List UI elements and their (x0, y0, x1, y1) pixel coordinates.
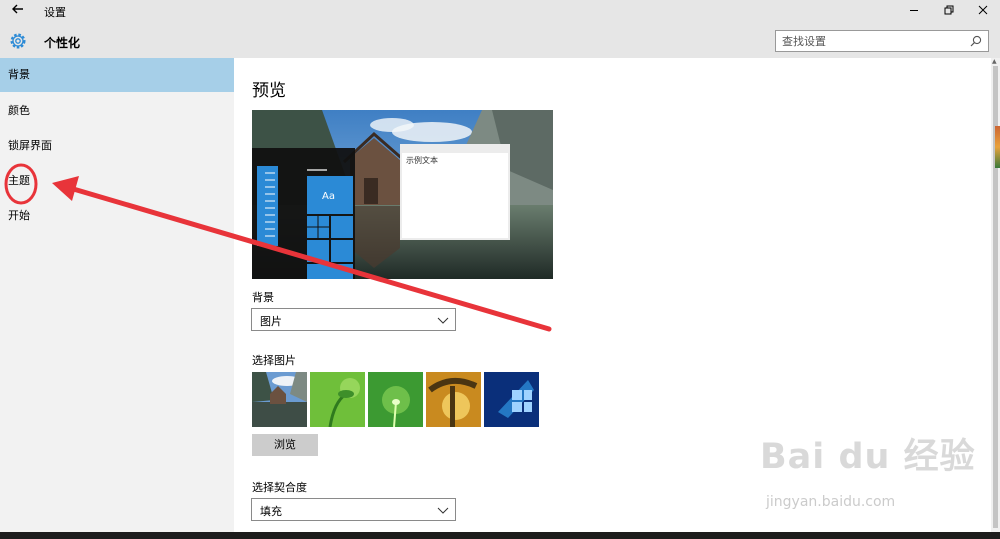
edge-widget (995, 126, 1000, 168)
sidebar-item-label: 锁屏界面 (8, 139, 52, 152)
browse-button[interactable]: 浏览 (252, 434, 318, 456)
preview-wallpaper: Aa 示例文本 (252, 110, 553, 279)
chevron-down-icon (437, 507, 449, 514)
close-button[interactable] (966, 0, 1000, 24)
sidebar-item-label: 背景 (8, 68, 30, 81)
sidebar-item-background[interactable]: 背景 (0, 58, 234, 92)
picture-thumbnail[interactable] (368, 372, 423, 427)
picture-thumbnail[interactable] (310, 372, 365, 427)
restore-icon (944, 5, 954, 15)
restore-button[interactable] (932, 0, 966, 24)
fit-dropdown[interactable]: 填充 (251, 498, 456, 521)
search-box[interactable] (775, 30, 989, 52)
page-header: 个性化 (0, 24, 1000, 58)
watermark-site: jingyan.baidu.com (766, 494, 896, 510)
desktop-preview: Aa 示例文本 (252, 110, 553, 279)
scroll-up-icon[interactable]: ▲ (992, 58, 997, 66)
picture-thumbnail[interactable] (426, 372, 481, 427)
sidebar: 背景 颜色 锁屏界面 主题 开始 (0, 58, 234, 532)
sidebar-item-label: 颜色 (8, 104, 30, 117)
sidebar-item-themes[interactable]: 主题 (0, 164, 234, 198)
sidebar-item-colors[interactable]: 颜色 (0, 94, 234, 128)
window-title: 设置 (44, 6, 66, 19)
gear-icon (10, 33, 26, 49)
page-title: 个性化 (44, 36, 81, 50)
watermark: Bai du 经验 jingyan.baidu.com (760, 428, 1000, 520)
minimize-icon (910, 10, 918, 11)
tile-text: Aa (322, 191, 335, 202)
minimize-button[interactable] (897, 0, 931, 24)
chevron-down-icon (437, 317, 449, 324)
choose-picture-label: 选择图片 (252, 354, 296, 367)
section-heading: 预览 (252, 81, 286, 101)
picture-thumbnail[interactable] (484, 372, 539, 427)
sidebar-item-start[interactable]: 开始 (0, 199, 234, 233)
title-bar: 设置 (0, 0, 1000, 24)
sidebar-item-label: 开始 (8, 209, 30, 222)
back-arrow-icon[interactable] (8, 2, 28, 22)
search-icon[interactable] (969, 34, 983, 48)
search-input[interactable] (782, 33, 962, 49)
fit-label: 选择契合度 (252, 481, 307, 494)
watermark-brand: Bai du 经验 (760, 437, 976, 477)
background-dropdown[interactable]: 图片 (251, 308, 456, 331)
fit-dropdown-value: 填充 (260, 505, 282, 518)
taskbar (0, 532, 1000, 539)
background-label: 背景 (252, 291, 274, 304)
background-dropdown-value: 图片 (260, 315, 282, 328)
sidebar-item-lock-screen[interactable]: 锁屏界面 (0, 129, 234, 163)
close-icon (978, 5, 988, 15)
picture-thumbnail[interactable] (252, 372, 307, 427)
sample-text: 示例文本 (406, 155, 438, 165)
sidebar-item-label: 主题 (8, 174, 30, 187)
